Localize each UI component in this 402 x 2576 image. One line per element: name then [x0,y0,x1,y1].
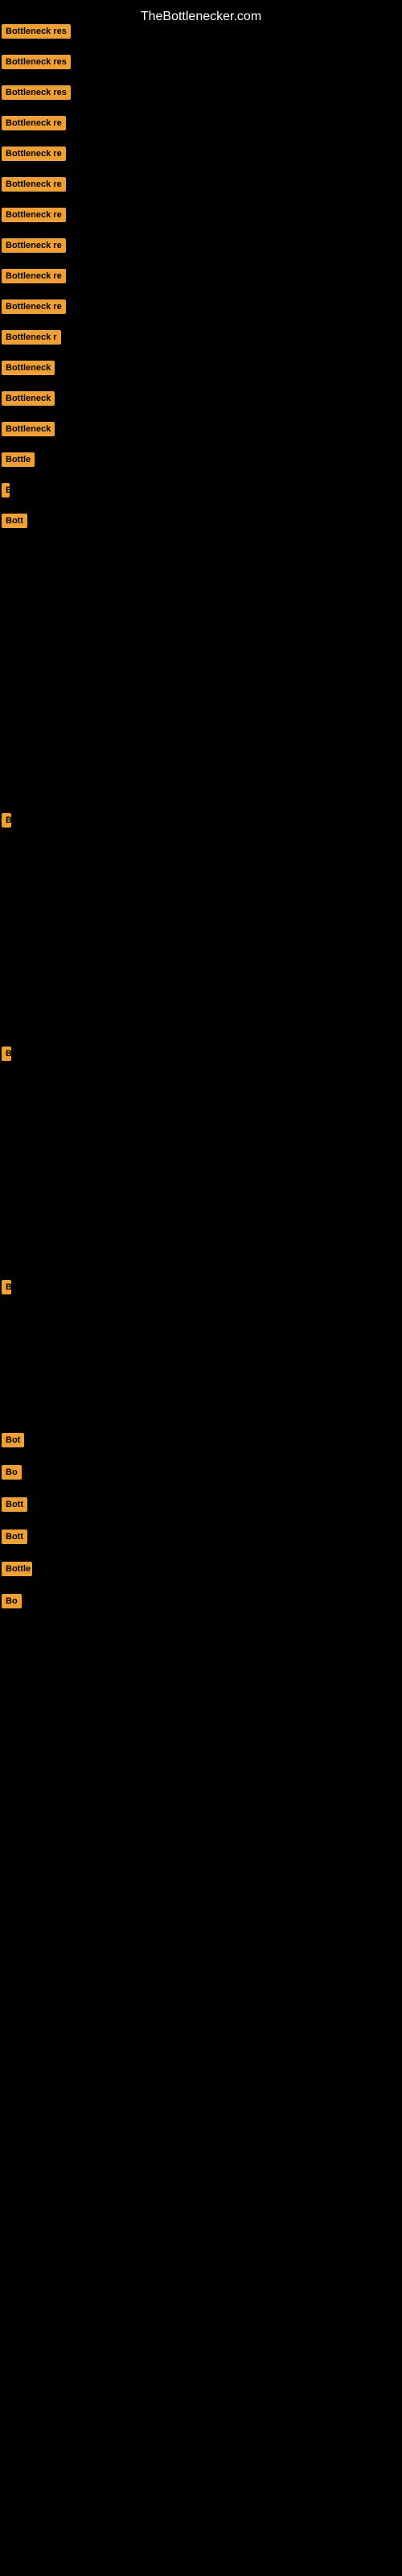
bottleneck-badge-5[interactable]: Bottleneck re [2,147,66,161]
bottleneck-badge-26[interactable]: Bo [2,1594,22,1608]
bottleneck-badge-6[interactable]: Bottleneck re [2,177,66,192]
bottleneck-badge-24[interactable]: Bott [2,1530,27,1544]
bottleneck-badge-1[interactable]: Bottleneck res [2,24,71,39]
bottleneck-badge-16[interactable]: B [2,483,10,497]
bottleneck-badge-15[interactable]: Bottle [2,452,35,467]
bottleneck-badge-19[interactable]: B [2,1046,11,1061]
bottleneck-badge-14[interactable]: Bottleneck [2,422,55,436]
bottleneck-badge-10[interactable]: Bottleneck re [2,299,66,314]
bottleneck-badge-13[interactable]: Bottleneck [2,391,55,406]
bottleneck-badge-20[interactable]: B [2,1280,11,1294]
bottleneck-badge-7[interactable]: Bottleneck re [2,208,66,222]
bottleneck-badge-8[interactable]: Bottleneck re [2,238,66,253]
bottleneck-badge-9[interactable]: Bottleneck re [2,269,66,283]
bottleneck-badge-23[interactable]: Bott [2,1497,27,1512]
bottleneck-badge-22[interactable]: Bo [2,1465,22,1480]
bottleneck-badge-18[interactable]: B [2,813,11,828]
bottleneck-badge-4[interactable]: Bottleneck re [2,116,66,130]
bottleneck-badge-3[interactable]: Bottleneck res [2,85,71,100]
bottleneck-badge-25[interactable]: Bottle [2,1562,32,1576]
bottleneck-badge-11[interactable]: Bottleneck r [2,330,61,345]
bottleneck-badge-21[interactable]: Bot [2,1433,24,1447]
bottleneck-badge-12[interactable]: Bottleneck [2,361,55,375]
bottleneck-badge-2[interactable]: Bottleneck res [2,55,71,69]
bottleneck-badge-17[interactable]: Bott [2,514,27,528]
